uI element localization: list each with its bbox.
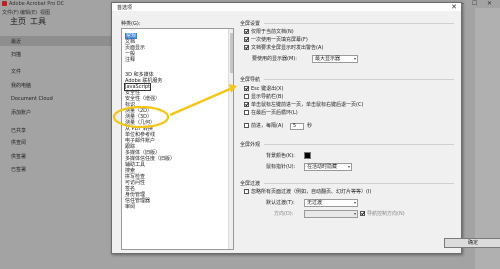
annotation-callout [112, 84, 237, 129]
arrow-head-icon [229, 84, 237, 93]
highlight-ellipse [112, 105, 170, 129]
arrow-line [169, 87, 231, 117]
